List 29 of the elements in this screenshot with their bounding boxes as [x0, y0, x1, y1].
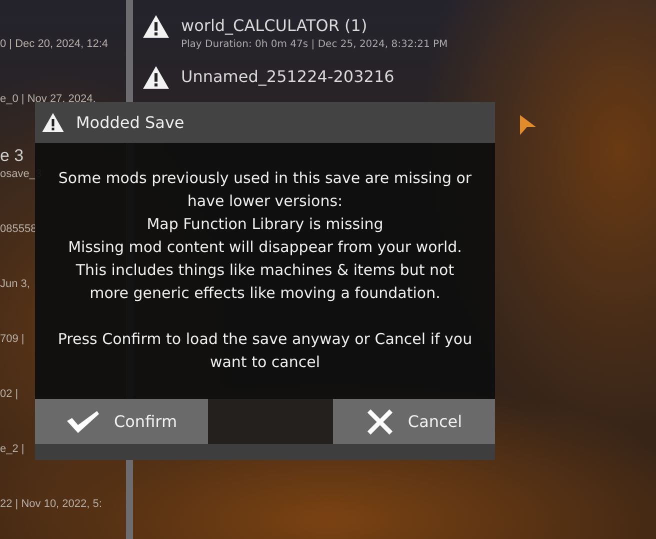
- save-name: Unnamed_251224-203216: [181, 66, 394, 88]
- checkmark-icon: [66, 410, 100, 434]
- message-text: Press Confirm to load the save anyway or Cancel if you: [58, 329, 472, 350]
- close-icon: [366, 408, 394, 436]
- confirm-button[interactable]: Confirm: [35, 399, 208, 444]
- save-name: world_CALCULATOR (1): [181, 15, 368, 37]
- save-details: 22 | Nov 10, 2022, 5:: [0, 497, 102, 512]
- save-details: 085558: [0, 222, 37, 237]
- save-details: 02 |: [0, 387, 18, 402]
- cursor-icon: [519, 114, 537, 136]
- message-text: Some mods previously used in this save are missing or: [58, 168, 472, 189]
- save-details: Play Duration: 0h 0m 47s | Dec 25, 2024, 8:32:21 PM: [181, 38, 448, 52]
- warning-icon: [42, 112, 64, 132]
- save-details: e_2 |: [0, 442, 24, 457]
- save-details: 709 |: [0, 332, 24, 347]
- save-details: Jun 3,: [0, 277, 30, 292]
- message-text: This includes things like machines & items but not: [76, 260, 454, 281]
- warning-icon: [143, 66, 169, 89]
- save-details: 0 | Dec 20, 2024, 12:4: [0, 37, 108, 52]
- message-text: more generic effects like moving a foundation.: [90, 283, 440, 304]
- message-text: Missing mod content will disappear from your world.: [68, 237, 462, 258]
- message-text: want to cancel: [210, 352, 320, 373]
- message-text: Map Function Library is missing: [146, 214, 384, 235]
- save-title: e 3: [0, 146, 24, 166]
- message-text: have lower versions:: [187, 191, 343, 212]
- dialog-title: Modded Save: [76, 112, 184, 134]
- warning-icon: [143, 15, 169, 38]
- cancel-button[interactable]: Cancel: [333, 399, 495, 444]
- save-details: e_0 | Nov 27, 2024,: [0, 92, 96, 107]
